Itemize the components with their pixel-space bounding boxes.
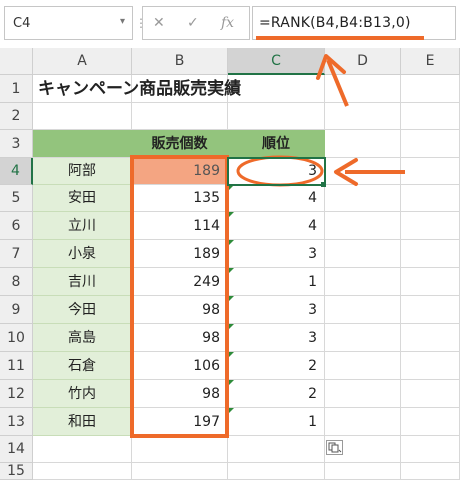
range-highlight-box [130, 155, 229, 438]
fill-handle[interactable] [321, 182, 326, 187]
rank-result-ellipse [236, 155, 324, 187]
annotation-overlay [130, 36, 424, 438]
